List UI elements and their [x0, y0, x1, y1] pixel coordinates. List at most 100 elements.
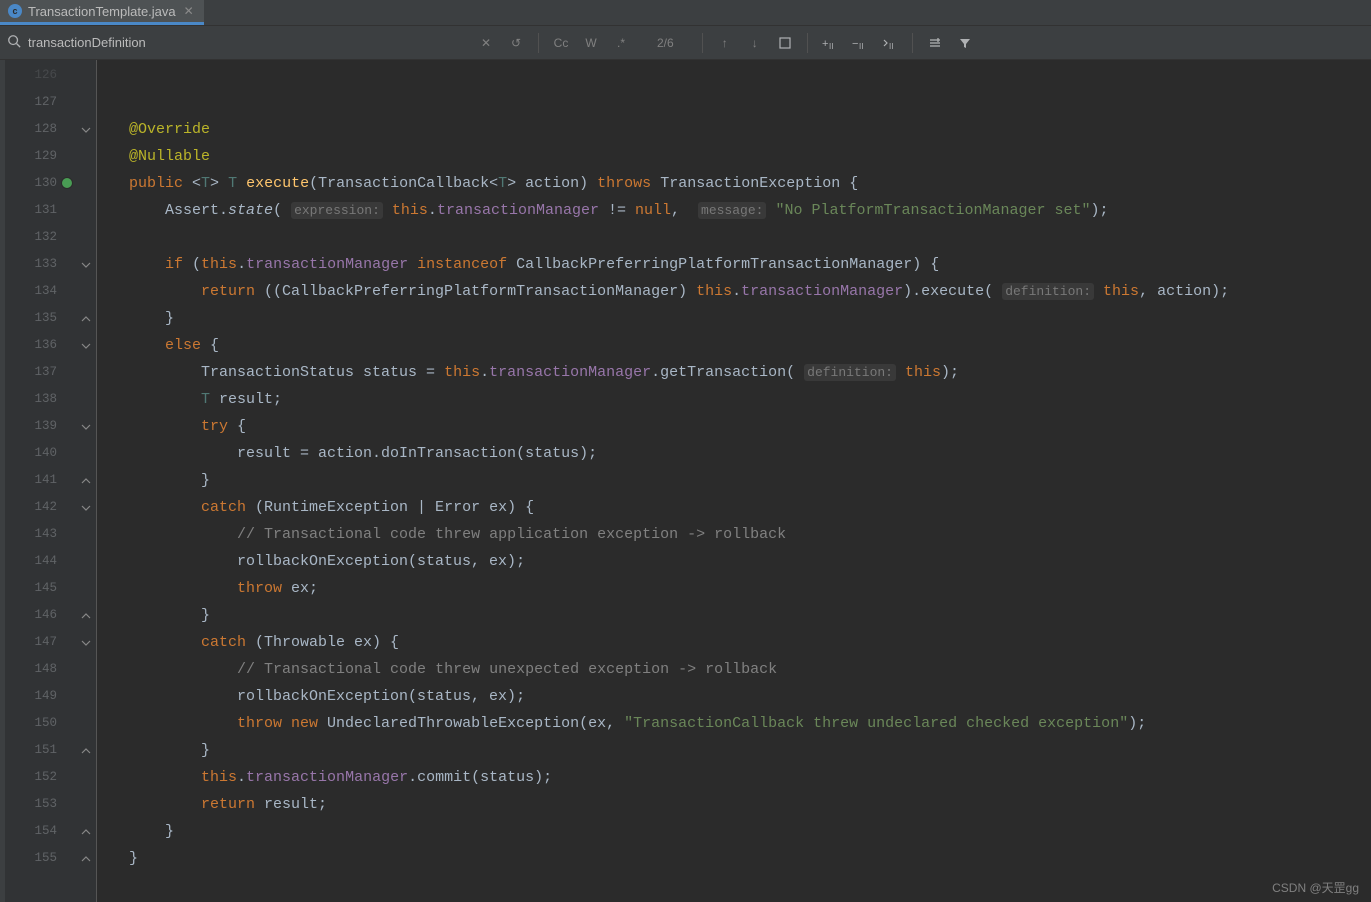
code-line[interactable]	[129, 62, 1371, 89]
regex-toggle[interactable]: .*	[609, 31, 633, 55]
fold-toggle-icon[interactable]	[75, 413, 96, 440]
fold-toggle-icon[interactable]	[75, 305, 96, 332]
code-line[interactable]: }	[129, 467, 1371, 494]
code-line[interactable]: TransactionStatus status = this.transact…	[129, 359, 1371, 386]
fold-toggle-icon[interactable]	[75, 629, 96, 656]
code-line[interactable]	[129, 89, 1371, 116]
line-number[interactable]: 130↑	[5, 170, 75, 197]
code-line[interactable]: rollbackOnException(status, ex);	[129, 683, 1371, 710]
code-line[interactable]: Assert.state( expression: this.transacti…	[129, 197, 1371, 224]
remove-selection-icon[interactable]: −II	[848, 31, 872, 55]
fold-guide	[75, 440, 96, 467]
line-number[interactable]: 144	[5, 548, 75, 575]
code-line[interactable]: catch (Throwable ex) {	[129, 629, 1371, 656]
line-number[interactable]: 138	[5, 386, 75, 413]
watermark: CSDN @天罡gg	[1272, 879, 1359, 896]
line-number[interactable]: 135	[5, 305, 75, 332]
file-tab[interactable]: c TransactionTemplate.java ✕	[0, 0, 204, 25]
code-line[interactable]: if (this.transactionManager instanceof C…	[129, 251, 1371, 278]
line-number[interactable]: 132	[5, 224, 75, 251]
show-options-icon[interactable]	[923, 31, 947, 55]
line-number[interactable]: 155	[5, 845, 75, 872]
line-number[interactable]: 142	[5, 494, 75, 521]
line-number[interactable]: 150	[5, 710, 75, 737]
editor[interactable]: 126127128129130↑131132133134135136137138…	[0, 60, 1371, 902]
code-line[interactable]: catch (RuntimeException | Error ex) {	[129, 494, 1371, 521]
close-icon[interactable]: ✕	[182, 4, 196, 18]
match-case-toggle[interactable]: Cc	[549, 31, 573, 55]
select-all-icon[interactable]	[773, 31, 797, 55]
line-number[interactable]: 128	[5, 116, 75, 143]
line-number[interactable]: 134	[5, 278, 75, 305]
add-selection-icon[interactable]: +II	[818, 31, 842, 55]
line-number[interactable]: 153	[5, 791, 75, 818]
code-line[interactable]: return result;	[129, 791, 1371, 818]
code-line[interactable]: rollbackOnException(status, ex);	[129, 548, 1371, 575]
code-line[interactable]: }	[129, 845, 1371, 872]
code-line[interactable]: }	[129, 305, 1371, 332]
code-line[interactable]: }	[129, 818, 1371, 845]
line-number[interactable]: 154	[5, 818, 75, 845]
code-line[interactable]	[129, 224, 1371, 251]
line-number[interactable]: 140	[5, 440, 75, 467]
line-number[interactable]: 137	[5, 359, 75, 386]
code-line[interactable]: // Transactional code threw unexpected e…	[129, 656, 1371, 683]
line-number[interactable]: 148	[5, 656, 75, 683]
line-number-gutter[interactable]: 126127128129130↑131132133134135136137138…	[5, 60, 75, 902]
line-number[interactable]: 133	[5, 251, 75, 278]
fold-guide	[75, 521, 96, 548]
fold-toggle-icon[interactable]	[75, 251, 96, 278]
code-line[interactable]: this.transactionManager.commit(status);	[129, 764, 1371, 791]
code-line[interactable]: }	[129, 737, 1371, 764]
gutter-marker-icon[interactable]	[61, 177, 73, 189]
filter-icon[interactable]	[953, 31, 977, 55]
select-all-occurrences-icon[interactable]: II	[878, 31, 902, 55]
line-number[interactable]: 152	[5, 764, 75, 791]
fold-toggle-icon[interactable]	[75, 602, 96, 629]
fold-gutter[interactable]	[75, 60, 97, 902]
code-line[interactable]: try {	[129, 413, 1371, 440]
line-number[interactable]: 141	[5, 467, 75, 494]
fold-toggle-icon[interactable]	[75, 845, 96, 872]
line-number[interactable]: 146	[5, 602, 75, 629]
line-number[interactable]: 139	[5, 413, 75, 440]
line-number[interactable]: 126	[5, 62, 75, 89]
line-number[interactable]: 127	[5, 89, 75, 116]
code-line[interactable]: public <T> T execute(TransactionCallback…	[129, 170, 1371, 197]
prev-match-icon[interactable]: ↑	[713, 31, 737, 55]
fold-toggle-icon[interactable]	[75, 332, 96, 359]
next-match-icon[interactable]: ↓	[743, 31, 767, 55]
line-number[interactable]: 145	[5, 575, 75, 602]
code-line[interactable]: T result;	[129, 386, 1371, 413]
code-line[interactable]: throw ex;	[129, 575, 1371, 602]
line-number[interactable]: 149	[5, 683, 75, 710]
code-line[interactable]: else {	[129, 332, 1371, 359]
fold-toggle-icon[interactable]	[75, 467, 96, 494]
code-line[interactable]: @Override	[129, 116, 1371, 143]
fold-toggle-icon[interactable]	[75, 494, 96, 521]
fold-guide	[75, 89, 96, 116]
line-number[interactable]: 151	[5, 737, 75, 764]
line-number[interactable]: 143	[5, 521, 75, 548]
code-line[interactable]: throw new UndeclaredThrowableException(e…	[129, 710, 1371, 737]
line-number[interactable]: 147	[5, 629, 75, 656]
search-icon	[6, 34, 22, 51]
code-line[interactable]: }	[129, 602, 1371, 629]
find-bar: ✕ ↺ Cc W .* 2/6 ↑ ↓ +II −II II	[0, 26, 1371, 60]
history-icon[interactable]: ↺	[504, 31, 528, 55]
search-input[interactable]	[28, 35, 468, 50]
tab-bar: c TransactionTemplate.java ✕	[0, 0, 1371, 26]
fold-toggle-icon[interactable]	[75, 818, 96, 845]
line-number[interactable]: 136	[5, 332, 75, 359]
fold-toggle-icon[interactable]	[75, 116, 96, 143]
clear-search-icon[interactable]: ✕	[474, 31, 498, 55]
code-area[interactable]: @Override@Nullablepublic <T> T execute(T…	[97, 60, 1371, 902]
line-number[interactable]: 129	[5, 143, 75, 170]
code-line[interactable]: @Nullable	[129, 143, 1371, 170]
line-number[interactable]: 131	[5, 197, 75, 224]
code-line[interactable]: // Transactional code threw application …	[129, 521, 1371, 548]
fold-toggle-icon[interactable]	[75, 737, 96, 764]
code-line[interactable]: return ((CallbackPreferringPlatformTrans…	[129, 278, 1371, 305]
words-toggle[interactable]: W	[579, 31, 603, 55]
code-line[interactable]: result = action.doInTransaction(status);	[129, 440, 1371, 467]
